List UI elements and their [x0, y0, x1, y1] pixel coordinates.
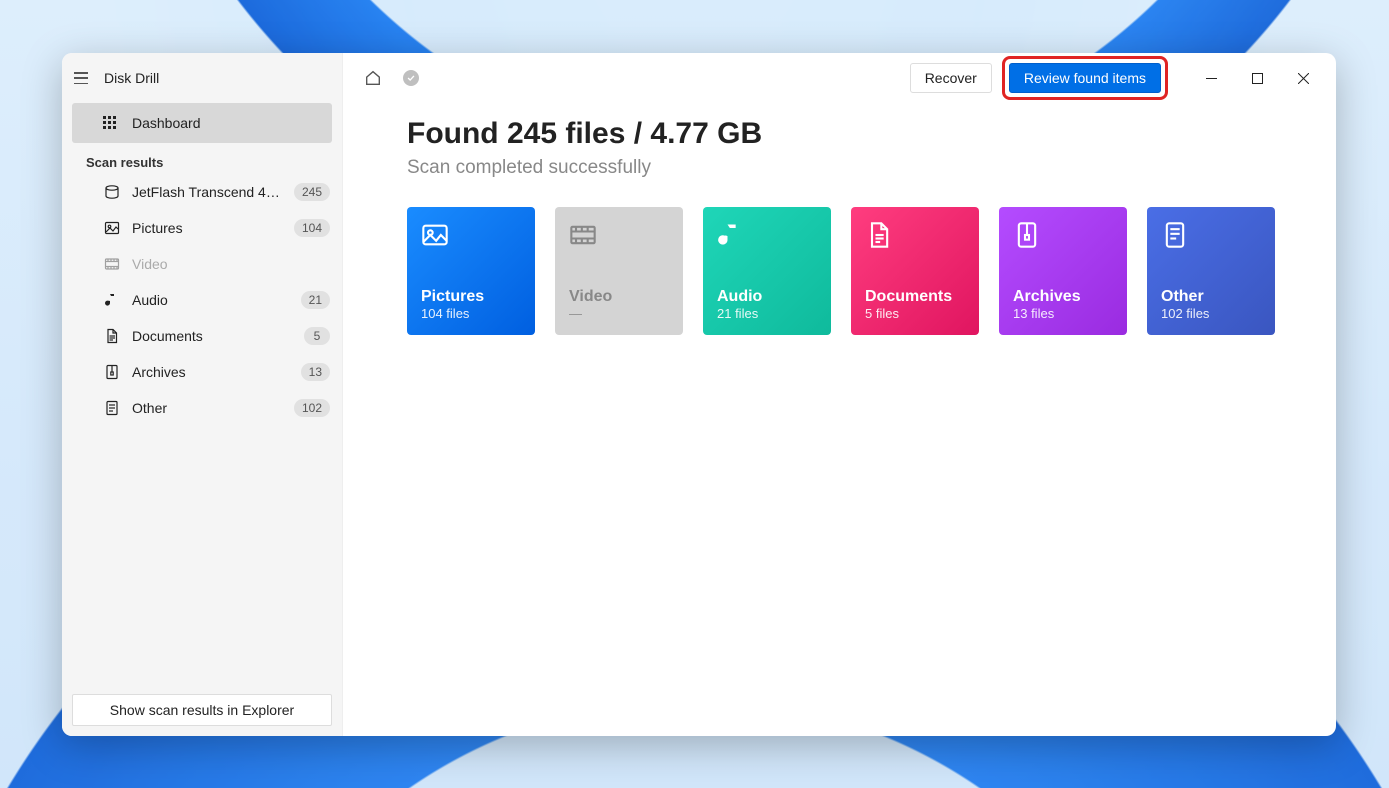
- sidebar-item-label: Other: [132, 400, 282, 416]
- category-card-pictures[interactable]: Pictures104 files: [407, 207, 535, 335]
- category-card-archives[interactable]: Archives13 files: [999, 207, 1127, 335]
- sidebar-item-label: Audio: [132, 292, 289, 308]
- page-title: Found 245 files / 4.77 GB: [407, 117, 1276, 151]
- page-subtitle: Scan completed successfully: [407, 157, 1276, 179]
- count-badge: 102: [294, 399, 330, 417]
- category-card-documents[interactable]: Documents5 files: [851, 207, 979, 335]
- card-subtitle: 102 files: [1161, 306, 1261, 321]
- maximize-button[interactable]: [1234, 62, 1280, 94]
- sidebar-item-audio[interactable]: Audio 21: [62, 282, 342, 318]
- sidebar-item-drive[interactable]: JetFlash Transcend 4GB… 245: [62, 174, 342, 210]
- menu-icon[interactable]: [72, 72, 90, 84]
- category-card-video[interactable]: Video—: [555, 207, 683, 335]
- card-title: Documents: [865, 288, 965, 306]
- category-cards: Pictures104 filesVideo—Audio21 filesDocu…: [407, 207, 1276, 335]
- sidebar-item-other[interactable]: Other 102: [62, 390, 342, 426]
- card-title: Pictures: [421, 288, 521, 306]
- minimize-button[interactable]: [1188, 62, 1234, 94]
- topbar: Recover Review found items: [343, 53, 1336, 103]
- count-badge: 21: [301, 291, 330, 309]
- archive-icon: [104, 364, 120, 380]
- count-badge: 104: [294, 219, 330, 237]
- card-subtitle: 21 files: [717, 306, 817, 321]
- other-icon: [1161, 221, 1189, 249]
- sidebar-item-label: Video: [132, 256, 330, 272]
- card-title: Audio: [717, 288, 817, 306]
- review-found-items-button[interactable]: Review found items: [1009, 63, 1161, 93]
- highlight-annotation: Review found items: [1002, 56, 1168, 100]
- document-icon: [104, 328, 120, 344]
- pictures-icon: [421, 221, 449, 249]
- card-title: Video: [569, 288, 669, 306]
- recover-button[interactable]: Recover: [910, 63, 992, 93]
- count-badge: 5: [304, 327, 330, 345]
- video-icon: [104, 256, 120, 272]
- card-subtitle: —: [569, 306, 669, 321]
- card-subtitle: 5 files: [865, 306, 965, 321]
- category-card-audio[interactable]: Audio21 files: [703, 207, 831, 335]
- card-subtitle: 104 files: [421, 306, 521, 321]
- archives-icon: [1013, 221, 1041, 249]
- sidebar-item-label: JetFlash Transcend 4GB…: [132, 184, 282, 200]
- sidebar-item-label: Archives: [132, 364, 289, 380]
- sidebar-item-picture[interactable]: Pictures 104: [62, 210, 342, 246]
- main-area: Recover Review found items Found 245 fil…: [343, 53, 1336, 736]
- count-badge: 13: [301, 363, 330, 381]
- count-badge: 245: [294, 183, 330, 201]
- drive-icon: [104, 184, 120, 200]
- sidebar: Disk Drill Dashboard Scan results JetFla…: [62, 53, 343, 736]
- sidebar-item-dashboard[interactable]: Dashboard: [72, 103, 332, 143]
- video-icon: [569, 221, 597, 249]
- documents-icon: [865, 221, 893, 249]
- picture-icon: [104, 220, 120, 236]
- sidebar-item-archive[interactable]: Archives 13: [62, 354, 342, 390]
- show-in-explorer-button[interactable]: Show scan results in Explorer: [72, 694, 332, 726]
- grid-icon: [102, 115, 118, 131]
- sidebar-item-label: Documents: [132, 328, 292, 344]
- card-title: Archives: [1013, 288, 1113, 306]
- status-check-icon: [401, 68, 421, 88]
- card-title: Other: [1161, 288, 1261, 306]
- sidebar-item-label: Dashboard: [132, 115, 201, 131]
- home-icon[interactable]: [363, 68, 383, 88]
- audio-icon: [104, 292, 120, 308]
- app-window: Disk Drill Dashboard Scan results JetFla…: [62, 53, 1336, 736]
- other-icon: [104, 400, 120, 416]
- sidebar-header: Disk Drill: [62, 53, 342, 103]
- sidebar-item-label: Pictures: [132, 220, 282, 236]
- audio-icon: [717, 221, 745, 249]
- sidebar-section-label: Scan results: [62, 143, 342, 174]
- sidebar-item-document[interactable]: Documents 5: [62, 318, 342, 354]
- app-title: Disk Drill: [104, 70, 159, 86]
- category-card-other[interactable]: Other102 files: [1147, 207, 1275, 335]
- sidebar-item-video: Video: [62, 246, 342, 282]
- card-subtitle: 13 files: [1013, 306, 1113, 321]
- close-button[interactable]: [1280, 62, 1326, 94]
